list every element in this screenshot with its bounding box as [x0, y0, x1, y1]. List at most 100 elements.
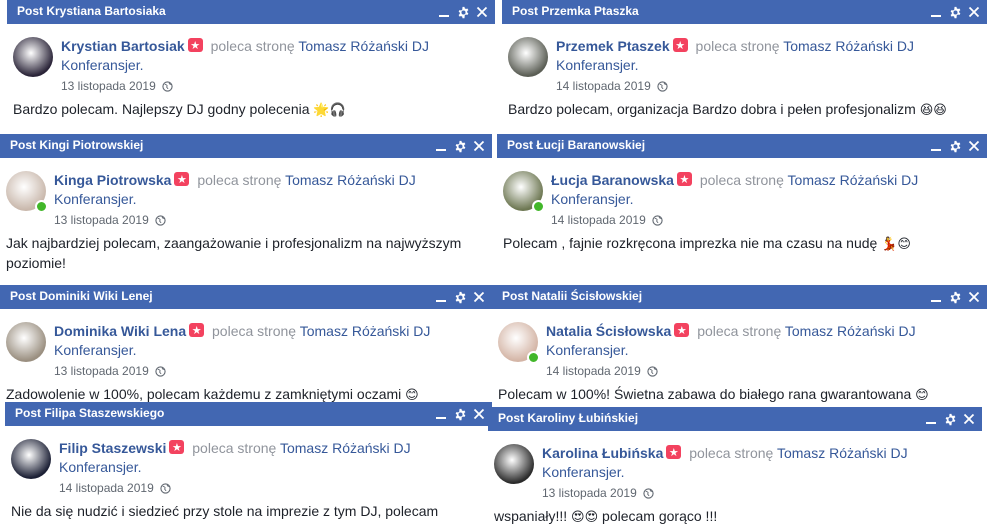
avatar[interactable] [11, 439, 51, 479]
page-link[interactable]: Tomasz Różański DJ [788, 172, 919, 188]
author-link[interactable]: Natalia Ścisłowska [546, 323, 671, 339]
page-link-cont[interactable]: Konferansjer. [59, 459, 142, 475]
window-titlebar[interactable]: Post Kingi Piotrowskiej [0, 134, 492, 158]
post-meta: 14 listopada 2019 [546, 364, 658, 380]
window-titlebar[interactable]: Post Filipa Staszewskiego [5, 402, 492, 426]
page-link-cont[interactable]: Konferansjer. [551, 191, 634, 207]
close-icon[interactable] [472, 138, 486, 154]
post-date[interactable]: 14 listopada 2019 [546, 364, 641, 378]
post-date[interactable]: 14 listopada 2019 [556, 79, 651, 93]
online-status-icon [527, 351, 540, 364]
post-date[interactable]: 14 listopada 2019 [551, 213, 646, 227]
post-meta: 13 listopada 2019 [54, 213, 166, 229]
author-link[interactable]: Kinga Piotrowska [54, 172, 171, 188]
author-link[interactable]: Przemek Ptaszek [556, 38, 670, 54]
globe-icon [652, 215, 663, 229]
page-link-cont[interactable]: Konferansjer. [556, 57, 639, 73]
window-titlebar[interactable]: Post Karoliny Łubińskiej [488, 407, 982, 431]
post-window: Post Przemka Ptaszka Przemek Ptaszek pole… [502, 0, 987, 128]
post-header: Kinga Piotrowska poleca stronę Tomasz Ró… [54, 170, 482, 209]
post-text: Polecam , fajnie rozkręcona imprezka nie… [503, 233, 973, 255]
post-text: Bardzo polecam, organizacja Bardzo dobra… [508, 99, 973, 121]
window-title: Post Krystiana Bartosiaka [17, 4, 166, 18]
author-link[interactable]: Krystian Bartosiak [61, 38, 185, 54]
minimize-icon[interactable] [929, 289, 943, 305]
window-title: Post Natalii Ścisłowskiej [502, 289, 643, 303]
window-titlebar[interactable]: Post Dominiki Wiki Lenej [0, 285, 492, 309]
window-titlebar[interactable]: Post Łucji Baranowskiej [497, 134, 987, 158]
close-icon[interactable] [967, 4, 981, 20]
author-link[interactable]: Dominika Wiki Lena [54, 323, 186, 339]
gear-icon[interactable] [948, 4, 962, 20]
post-date[interactable]: 13 listopada 2019 [54, 213, 149, 227]
post-meta: 13 listopada 2019 [54, 364, 166, 380]
page-link[interactable]: Tomasz Różański DJ [783, 38, 914, 54]
gear-icon[interactable] [948, 289, 962, 305]
author-link[interactable]: Łucja Baranowska [551, 172, 674, 188]
post-header: Natalia Ścisłowska poleca stronę Tomasz … [546, 321, 977, 360]
online-status-icon [35, 200, 48, 213]
page-link[interactable]: Tomasz Różański DJ [777, 445, 908, 461]
minimize-icon[interactable] [434, 138, 448, 154]
minimize-icon[interactable] [929, 4, 943, 20]
window-titlebar[interactable]: Post Natalii Ścisłowskiej [492, 285, 987, 309]
post-date[interactable]: 13 listopada 2019 [542, 486, 637, 500]
avatar[interactable] [6, 322, 46, 362]
page-link[interactable]: Tomasz Różański DJ [298, 38, 429, 54]
globe-icon [155, 215, 166, 229]
avatar[interactable] [494, 444, 534, 484]
post-text: Nie da się nudzić i siedzieć przy stole … [11, 501, 478, 521]
page-link-cont[interactable]: Konferansjer. [61, 57, 144, 73]
globe-icon [162, 81, 173, 95]
page-link[interactable]: Tomasz Różański DJ [280, 440, 411, 456]
gear-icon[interactable] [453, 289, 467, 305]
post-date[interactable]: 13 listopada 2019 [61, 79, 156, 93]
gear-icon[interactable] [943, 411, 957, 427]
post-date[interactable]: 14 listopada 2019 [59, 481, 154, 495]
close-icon[interactable] [967, 289, 981, 305]
author-link[interactable]: Karolina Łubińska [542, 445, 663, 461]
avatar-image [508, 37, 548, 77]
gear-icon[interactable] [456, 4, 470, 20]
close-icon[interactable] [472, 289, 486, 305]
close-icon[interactable] [962, 411, 976, 427]
window-titlebar[interactable]: Post Przemka Ptaszka [502, 0, 987, 24]
page-link[interactable]: Tomasz Różański DJ [785, 323, 916, 339]
minimize-icon[interactable] [434, 289, 448, 305]
recommendation-star-icon [672, 36, 688, 55]
author-link[interactable]: Filip Staszewski [59, 440, 166, 456]
minimize-icon[interactable] [924, 411, 938, 427]
close-icon[interactable] [472, 406, 486, 422]
recommends-label: poleca stronę [212, 323, 297, 339]
post-date[interactable]: 13 listopada 2019 [54, 364, 149, 378]
minimize-icon[interactable] [929, 138, 943, 154]
avatar[interactable] [498, 322, 540, 364]
post-message: Bardzo polecam. Najlepszy DJ godny polec… [13, 101, 310, 117]
avatar[interactable] [503, 171, 545, 213]
post-message: Nie da się nudzić i siedzieć przy stole … [11, 503, 439, 519]
close-icon[interactable] [967, 138, 981, 154]
avatar[interactable] [508, 37, 548, 77]
minimize-icon[interactable] [434, 406, 448, 422]
page-link[interactable]: Tomasz Różański DJ [300, 323, 431, 339]
close-icon[interactable] [475, 4, 489, 20]
page-link-cont[interactable]: Konferansjer. [546, 342, 629, 358]
recommends-label: poleca stronę [689, 445, 774, 461]
minimize-icon[interactable] [437, 4, 451, 20]
window-titlebar[interactable]: Post Krystiana Bartosiaka [7, 0, 495, 24]
page-link-cont[interactable]: Konferansjer. [54, 342, 137, 358]
page-link-cont[interactable]: Konferansjer. [54, 191, 137, 207]
avatar[interactable] [13, 37, 53, 77]
recommends-label: poleca stronę [210, 38, 295, 54]
gear-icon[interactable] [453, 406, 467, 422]
gear-icon[interactable] [453, 138, 467, 154]
globe-icon [643, 488, 654, 502]
page-link-cont[interactable]: Konferansjer. [542, 464, 625, 480]
page-link[interactable]: Tomasz Różański DJ [285, 172, 416, 188]
post-meta: 14 listopada 2019 [551, 213, 663, 229]
window-title: Post Karoliny Łubińskiej [498, 411, 639, 425]
recommendation-star-icon [187, 36, 203, 55]
post-window: Post Natalii Ścisłowskiej Natalia Ścisłow… [492, 285, 987, 402]
avatar[interactable] [6, 171, 48, 213]
gear-icon[interactable] [948, 138, 962, 154]
